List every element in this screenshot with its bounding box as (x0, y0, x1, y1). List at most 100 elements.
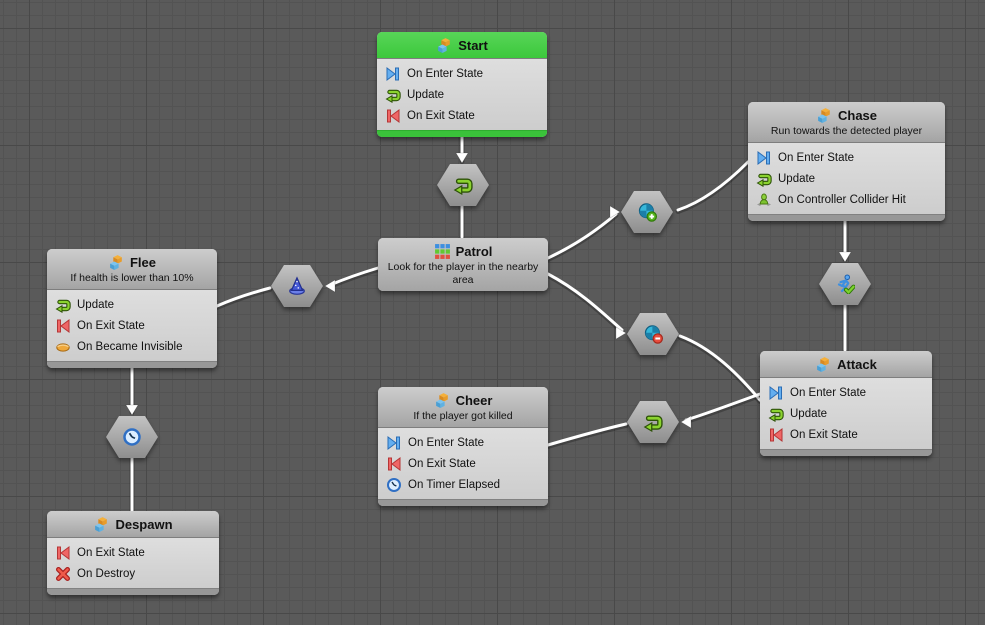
node-event-list: On Exit State On Destroy (47, 538, 219, 588)
transition-shape (621, 191, 673, 233)
state-node-chase[interactable]: ChaseRun towards the detected playerOn E… (748, 102, 945, 221)
transition-node-chase-attack[interactable] (819, 263, 871, 305)
edge-flee-to-t7-arrowhead (126, 405, 138, 415)
state-cubes-icon (93, 516, 110, 533)
on-enter-state-icon (768, 385, 784, 401)
event-label: On Exit State (790, 428, 858, 442)
event-label: On Exit State (408, 457, 476, 471)
node-footer (47, 588, 219, 595)
edge-patrol-to-t2-shadow (330, 270, 378, 287)
node-subtitle: If the player got killed (384, 410, 542, 423)
transition-shape (106, 416, 158, 458)
node-footer (47, 361, 217, 368)
transition-node-flee-despawn[interactable] (106, 416, 158, 458)
node-title: Chase (838, 107, 877, 124)
node-title: Cheer (456, 392, 493, 409)
node-event-list: On Enter StateUpdateOn Exit State (377, 59, 547, 130)
transition-node-patrol-chase[interactable] (621, 191, 673, 233)
node-header: CheerIf the player got killed (378, 387, 548, 428)
node-title: Attack (837, 356, 877, 373)
controller-hit-check-icon (835, 274, 855, 294)
node-event-list: Update On Exit State On Became Invisible (47, 290, 217, 361)
state-node-attack[interactable]: Attack On Enter StateUpdateOn Exit State (760, 351, 932, 456)
graph-canvas[interactable]: StartOn Enter StateUpdateOn Exit State C… (0, 0, 985, 625)
node-footer (378, 499, 548, 506)
edge-t2-to-flee (217, 288, 270, 306)
state-node-cheer[interactable]: CheerIf the player got killed On Enter St… (378, 387, 548, 506)
event-label: Update (77, 298, 114, 312)
edge-chase-to-t5-arrowhead (839, 252, 851, 262)
update-loop-icon (453, 175, 473, 195)
trigger-exit-sphere-icon (643, 324, 663, 344)
timer-clock-icon (386, 477, 402, 493)
event-label: On Controller Collider Hit (778, 193, 906, 207)
on-exit-state-icon (386, 456, 402, 472)
event-label: On Became Invisible (77, 340, 182, 354)
event-label: On Enter State (407, 67, 483, 81)
node-footer (760, 449, 932, 456)
edge-attack-to-t6 (686, 394, 760, 420)
node-title: Despawn (115, 516, 172, 533)
trigger-enter-sphere-icon (637, 202, 657, 222)
update-loop-icon (55, 297, 71, 313)
state-cubes-icon (436, 37, 453, 54)
on-enter-state-icon (756, 150, 772, 166)
timer-clock-icon (122, 427, 142, 447)
transition-shape (271, 265, 323, 307)
transition-shape (627, 401, 679, 443)
state-cubes-icon (815, 356, 832, 373)
destroy-x-icon (55, 566, 71, 582)
event-label: On Destroy (77, 567, 135, 581)
on-enter-state-icon (386, 435, 402, 451)
state-machine-grid-icon (434, 243, 451, 260)
event-row: On Exit State (760, 424, 932, 445)
node-event-list: On Enter State Update On Controller Collid… (748, 143, 945, 214)
event-label: On Enter State (408, 436, 484, 450)
event-row: On Exit State (47, 542, 219, 563)
update-loop-icon (643, 412, 663, 432)
event-row: On Controller Collider Hit (748, 189, 945, 210)
node-title: Patrol (456, 243, 493, 260)
event-row: Update (377, 84, 547, 105)
state-node-despawn[interactable]: Despawn On Exit State On Destroy (47, 511, 219, 595)
edge-patrol-to-t4-shadow (548, 276, 622, 332)
on-enter-state-icon (385, 66, 401, 82)
event-row: On Enter State (378, 432, 548, 453)
state-cubes-icon (434, 392, 451, 409)
on-exit-state-icon (55, 318, 71, 334)
event-row: On Timer Elapsed (378, 474, 548, 495)
event-label: On Enter State (778, 151, 854, 165)
node-subtitle: If health is lower than 10% (53, 272, 211, 285)
event-label: Update (778, 172, 815, 186)
transition-node-patrol-attack[interactable] (627, 313, 679, 355)
node-title: Start (458, 37, 488, 54)
state-node-patrol[interactable]: PatrolLook for the player in the nearby … (378, 238, 548, 291)
node-footer (748, 214, 945, 221)
event-label: Update (407, 88, 444, 102)
event-row: Update (748, 168, 945, 189)
particle-cone-icon (287, 276, 307, 296)
state-node-start[interactable]: StartOn Enter StateUpdateOn Exit State (377, 32, 547, 137)
character-controller-icon (756, 192, 772, 208)
edge-patrol-to-t3 (548, 214, 616, 258)
event-label: On Exit State (77, 546, 145, 560)
node-header: ChaseRun towards the detected player (748, 102, 945, 143)
edge-t3-to-chase (678, 162, 748, 210)
event-row: On Exit State (47, 315, 217, 336)
edge-patrol-to-t2 (330, 268, 378, 285)
state-cubes-icon (816, 107, 833, 124)
event-row: Update (47, 294, 217, 315)
event-label: On Enter State (790, 386, 866, 400)
state-node-flee[interactable]: FleeIf health is lower than 10%UpdateOn … (47, 249, 217, 368)
edge-t2-to-flee-shadow (217, 290, 270, 308)
event-row: On Enter State (377, 63, 547, 84)
transition-node-patrol-flee[interactable] (271, 265, 323, 307)
on-exit-state-icon (385, 108, 401, 124)
edge-t6-to-cheer-shadow (548, 426, 626, 447)
update-loop-icon (756, 171, 772, 187)
transition-node-attack-cheer[interactable] (627, 401, 679, 443)
update-loop-icon (385, 87, 401, 103)
node-subtitle: Run towards the detected player (754, 125, 939, 138)
node-event-list: On Enter StateUpdateOn Exit State (760, 378, 932, 449)
transition-node-start-patrol[interactable] (437, 164, 489, 206)
